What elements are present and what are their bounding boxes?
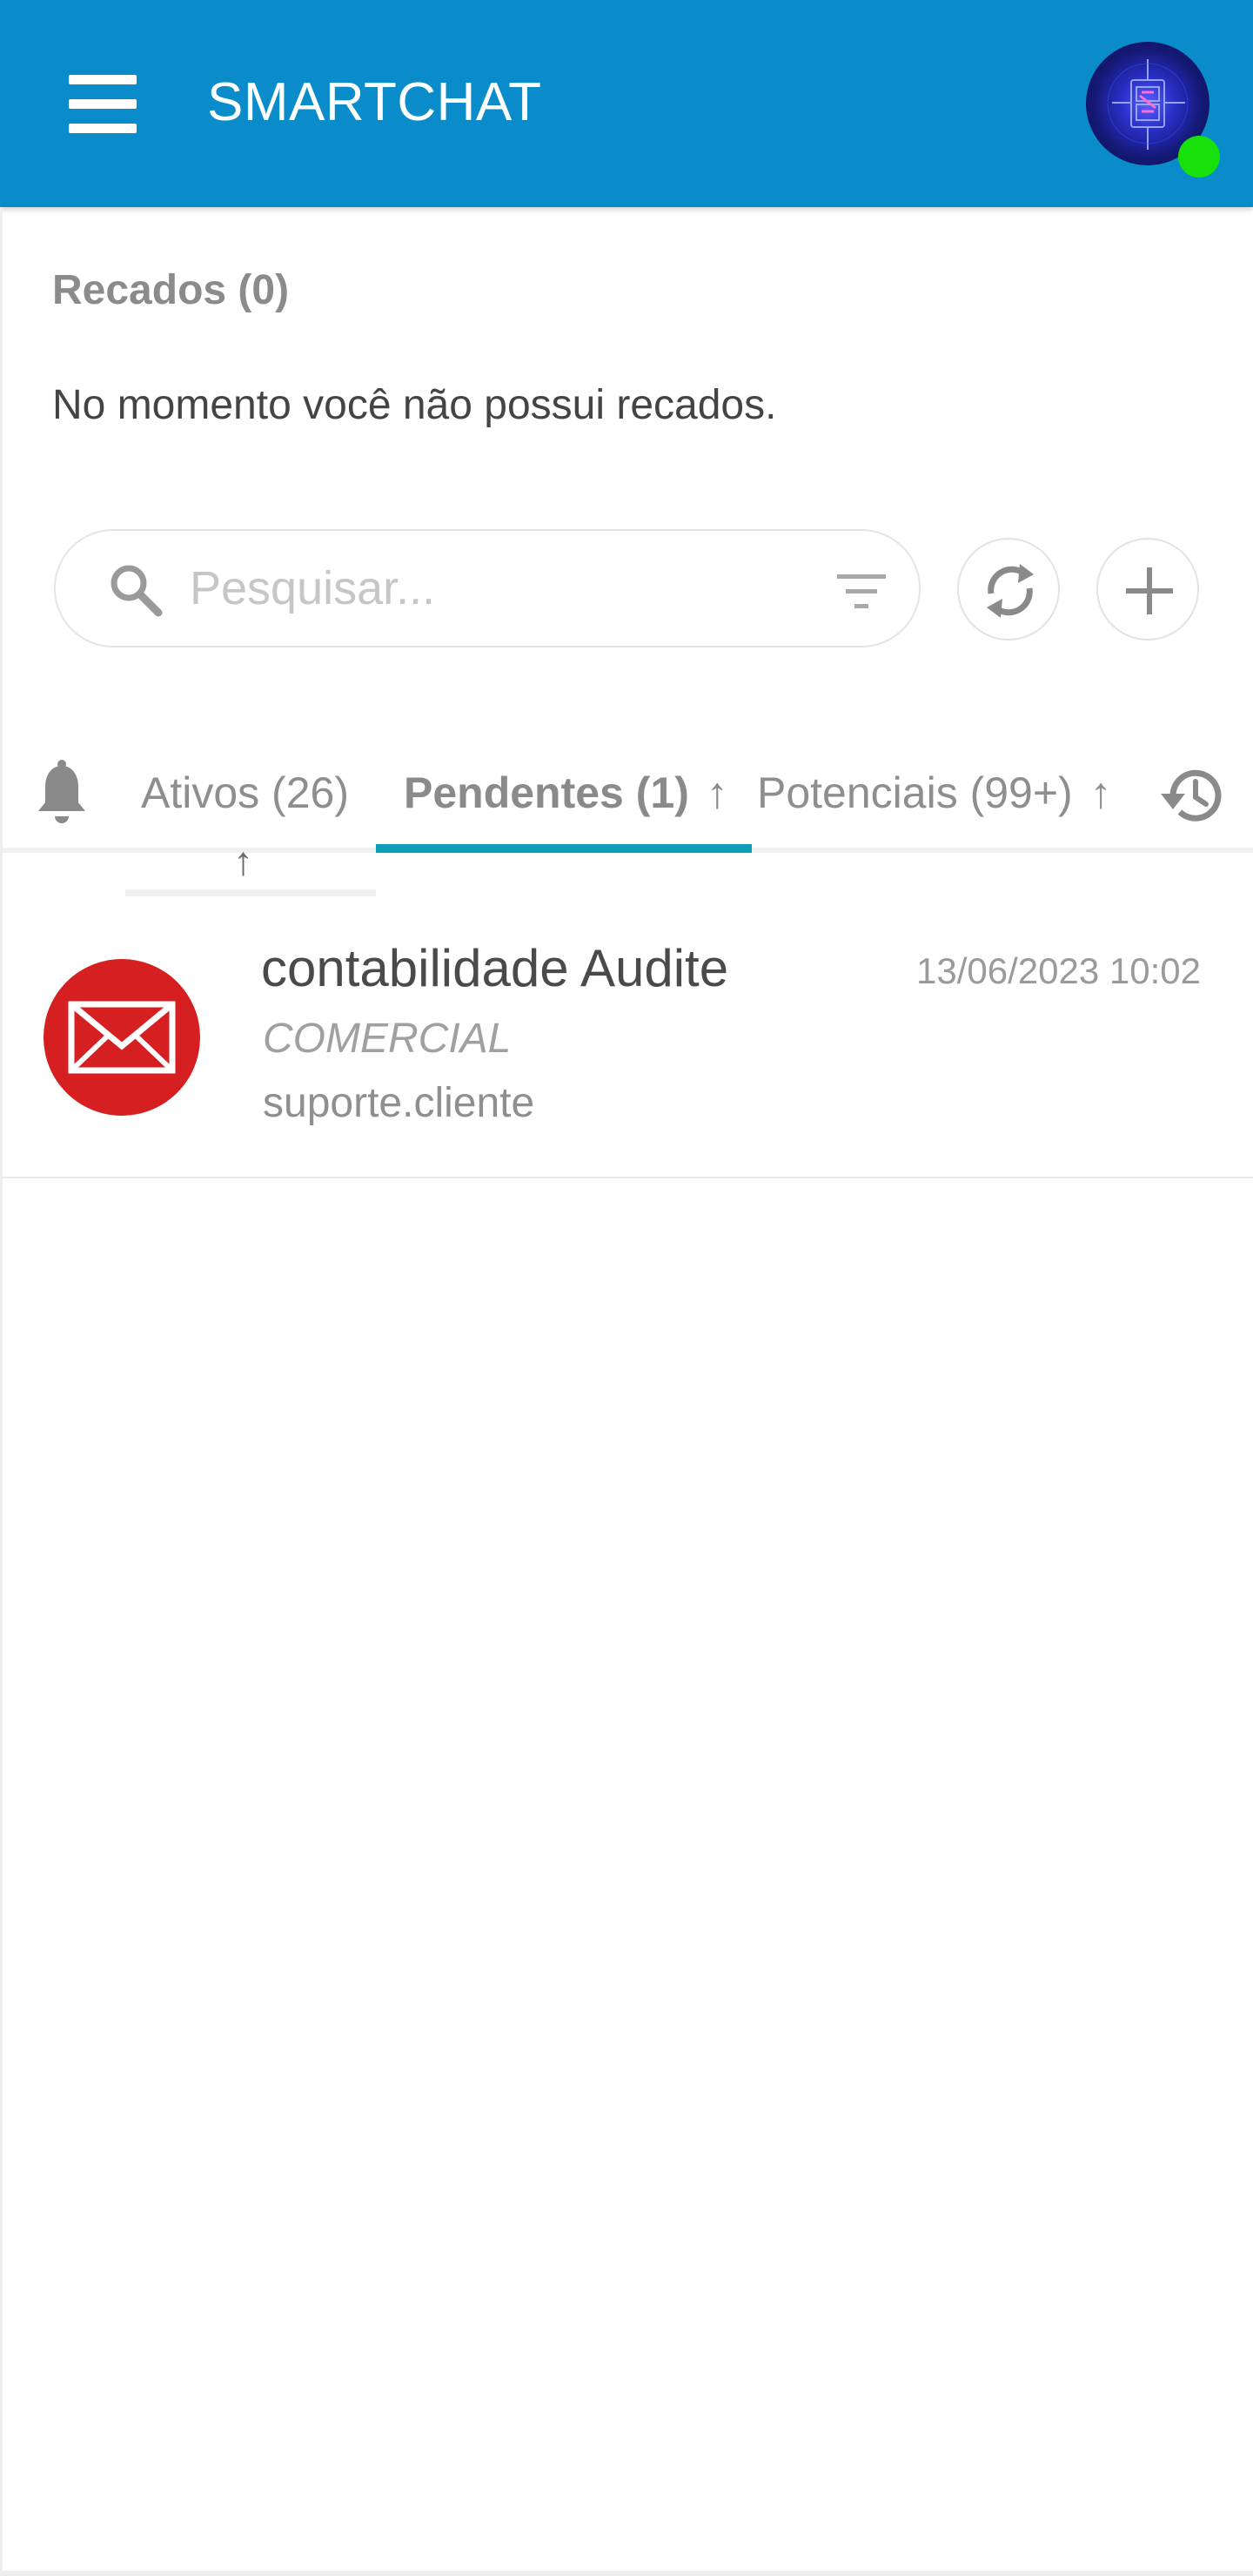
tab-ativos-sort-arrow[interactable]: ↑ <box>233 837 253 884</box>
left-border <box>0 207 3 2576</box>
search-input[interactable] <box>188 547 745 630</box>
bottom-border <box>0 2571 1253 2576</box>
tab-potenciais-sort-arrow: ↑ <box>1089 768 1112 817</box>
search-icon <box>111 565 163 617</box>
tab-ativos-underline <box>125 889 376 896</box>
mail-icon <box>44 959 200 1116</box>
history-icon[interactable] <box>1156 761 1230 830</box>
plus-icon <box>1126 567 1173 614</box>
tab-bar: Ativos (26) ↑ Pendentes (1) ↑ Potenciais… <box>0 740 1253 896</box>
refresh-icon <box>987 564 1034 618</box>
search-bar[interactable] <box>54 529 921 647</box>
hamburger-menu-icon[interactable] <box>52 63 155 146</box>
conversation-user: suporte.cliente <box>263 1080 535 1126</box>
tab-potenciais-label: Potenciais (99+) <box>757 768 1073 817</box>
bell-icon[interactable] <box>31 759 92 830</box>
tab-potenciais[interactable]: Potenciais (99+) ↑ <box>757 762 1112 823</box>
add-button[interactable] <box>1096 538 1199 641</box>
filter-icon[interactable] <box>834 567 889 616</box>
tab-pendentes[interactable]: Pendentes (1) ↑ <box>404 762 728 823</box>
app-bar: SMARTCHAT <box>0 0 1253 207</box>
conversation-department: COMERCIAL <box>263 1016 512 1062</box>
conversation-list-item[interactable]: contabilidade Audite 13/06/2023 10:02 CO… <box>0 896 1253 1178</box>
active-tab-indicator <box>376 844 752 853</box>
app-title: SMARTCHAT <box>207 72 542 132</box>
tab-pendentes-label: Pendentes (1) <box>404 768 689 817</box>
recados-heading: Recados (0) <box>52 267 290 313</box>
tab-ativos-label: Ativos (26) <box>141 768 349 817</box>
tab-ativos[interactable]: Ativos (26) <box>141 762 349 823</box>
conversation-name: contabilidade Audite <box>261 939 729 997</box>
recados-empty-message: No momento você não possui recados. <box>52 382 777 428</box>
tab-pendentes-sort-arrow: ↑ <box>706 768 728 817</box>
refresh-button[interactable] <box>957 538 1060 641</box>
conversation-datetime: 13/06/2023 10:02 <box>916 950 1201 991</box>
online-status-indicator <box>1178 136 1220 178</box>
